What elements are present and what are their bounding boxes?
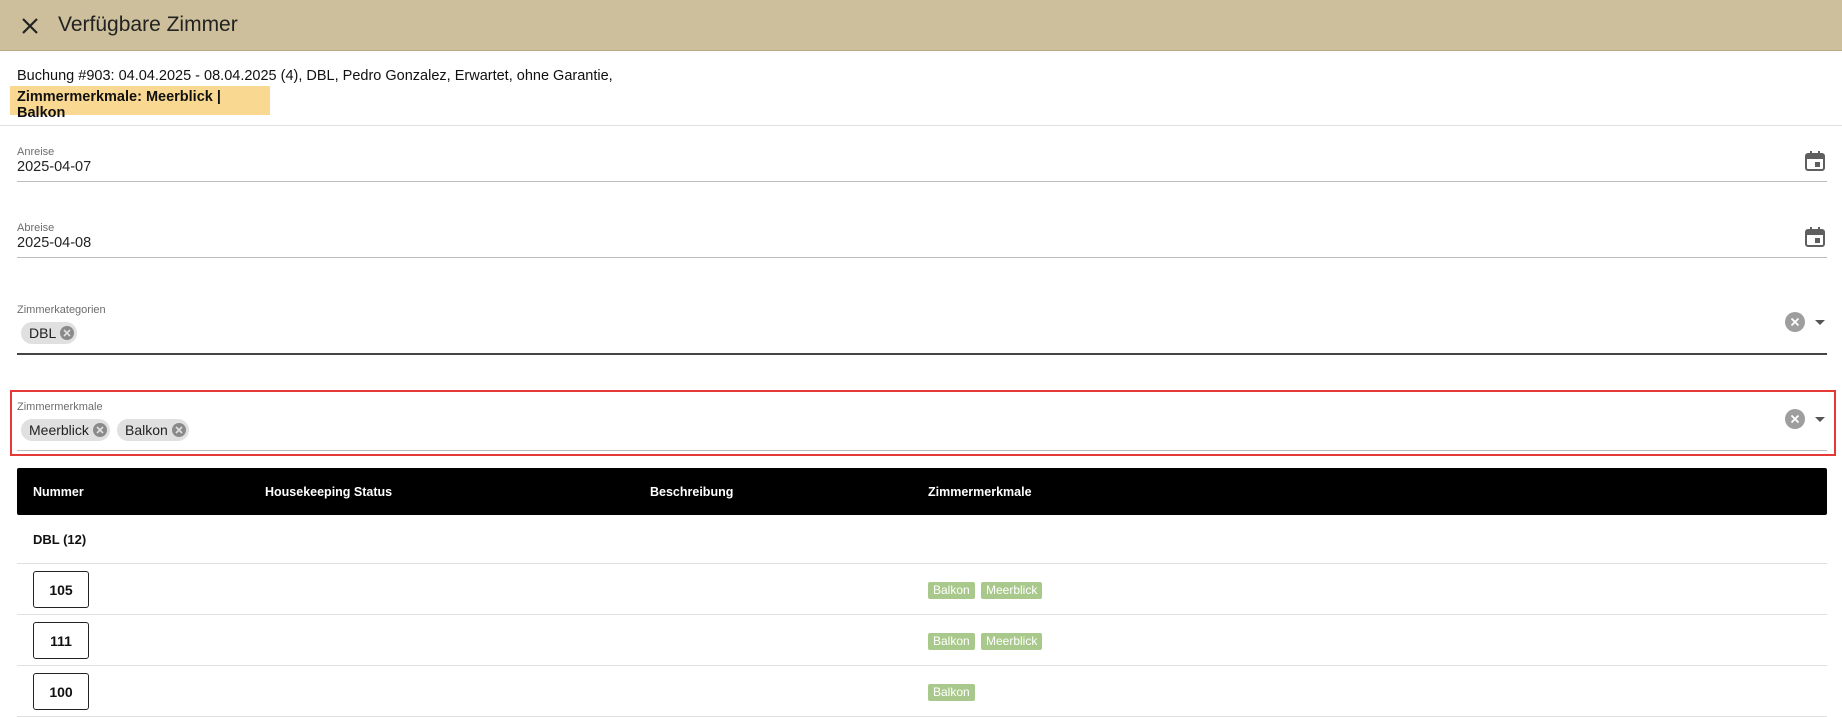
departure-underline (17, 257, 1827, 258)
arrival-date-field[interactable]: Anreise 2025-04-07 (17, 146, 1827, 182)
clear-icon[interactable] (1785, 312, 1805, 332)
room-category-select[interactable]: Zimmerkategorien DBL (17, 304, 1827, 356)
room-features-underline (17, 450, 1827, 451)
chip-remove-icon[interactable] (60, 326, 75, 340)
chip-label: Balkon (125, 422, 168, 438)
table-header: Nummer Housekeeping Status Beschreibung … (17, 468, 1827, 515)
room-features-label: Zimmermerkmale (17, 401, 103, 413)
arrival-label: Anreise (17, 146, 55, 158)
table-row[interactable]: 100 Balkon (17, 666, 1827, 717)
feature-tag: Balkon (928, 582, 975, 599)
column-header-housekeeping[interactable]: Housekeeping Status (265, 485, 392, 499)
calendar-icon[interactable] (1803, 225, 1827, 249)
requested-features-highlight: Zimmermerkmale: Meerblick | Balkon (10, 86, 270, 121)
column-header-description[interactable]: Beschreibung (650, 485, 733, 499)
feature-tag: Balkon (928, 633, 975, 650)
group-label: DBL (12) (33, 532, 87, 547)
dialog-header: Verfügbare Zimmer (0, 0, 1842, 51)
clear-icon[interactable] (1785, 409, 1805, 429)
table-row[interactable]: 105 Balkon Meerblick (17, 564, 1827, 615)
feature-tag: Balkon (928, 684, 975, 701)
chip-meerblick[interactable]: Meerblick (21, 419, 110, 441)
table-row[interactable]: 111 Balkon Meerblick (17, 615, 1827, 666)
chip-dbl[interactable]: DBL (21, 322, 78, 344)
chevron-down-icon[interactable] (1815, 320, 1825, 325)
feature-tag: Meerblick (981, 633, 1043, 650)
column-header-number[interactable]: Nummer (33, 485, 84, 499)
dialog-title: Verfügbare Zimmer (58, 13, 238, 36)
room-category-underline (17, 353, 1827, 355)
chevron-down-icon[interactable] (1815, 417, 1825, 422)
group-row: DBL (12) (17, 515, 1827, 564)
room-number-button[interactable]: 111 (33, 622, 89, 659)
departure-value[interactable]: 2025-04-08 (17, 235, 91, 251)
chip-remove-icon[interactable] (171, 423, 186, 437)
close-icon (22, 18, 38, 34)
chip-label: DBL (29, 325, 57, 341)
departure-label: Abreise (17, 222, 55, 234)
booking-summary: Buchung #903: 04.04.2025 - 08.04.2025 (4… (17, 68, 613, 84)
feature-tag: Meerblick (981, 582, 1043, 599)
chip-balkon[interactable]: Balkon (117, 419, 189, 441)
arrival-underline (17, 181, 1827, 182)
column-header-features[interactable]: Zimmermerkmale (928, 485, 1032, 499)
divider (0, 125, 1842, 126)
chip-remove-icon[interactable] (92, 423, 107, 437)
close-button[interactable] (14, 10, 46, 42)
calendar-icon[interactable] (1803, 149, 1827, 173)
room-number-button[interactable]: 100 (33, 673, 89, 710)
room-number-button[interactable]: 105 (33, 571, 89, 608)
room-features-select[interactable]: Zimmermerkmale Meerblick Balkon (17, 401, 1827, 453)
room-category-label: Zimmerkategorien (17, 304, 106, 316)
chip-label: Meerblick (29, 422, 89, 438)
arrival-value[interactable]: 2025-04-07 (17, 159, 91, 175)
departure-date-field[interactable]: Abreise 2025-04-08 (17, 222, 1827, 258)
